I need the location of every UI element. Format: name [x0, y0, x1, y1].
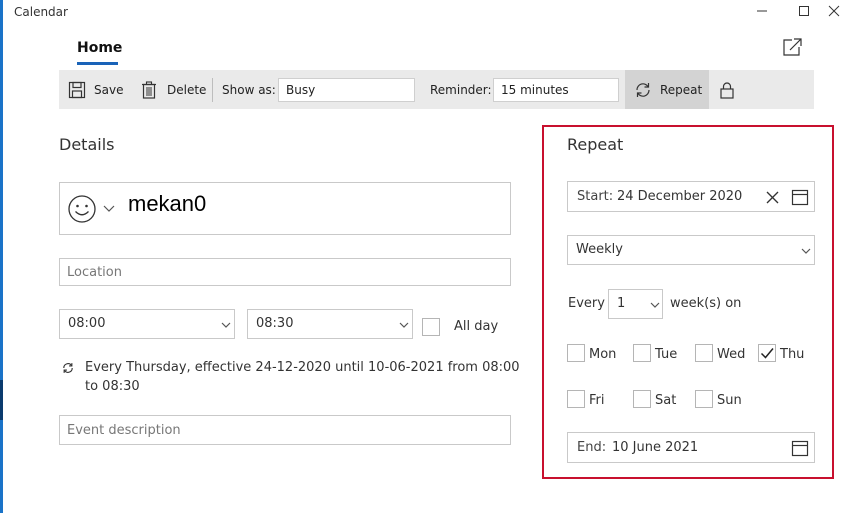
start-time-value: 08:00	[68, 316, 106, 331]
day-checkbox-mon[interactable]	[567, 344, 585, 362]
repeat-icon	[636, 82, 650, 97]
toolbar: Save Delete Show as: Busy Reminder: 15 m…	[59, 70, 814, 109]
repeat-frequency-dropdown[interactable]: Weekly	[567, 235, 815, 265]
day-checkbox-fri[interactable]	[567, 390, 585, 408]
delete-button[interactable]: Delete	[140, 70, 206, 109]
save-icon	[68, 81, 86, 98]
location-input[interactable]: Location	[59, 258, 511, 286]
repeat-frequency-value: Weekly	[576, 242, 623, 257]
close-icon	[828, 5, 840, 17]
repeat-heading: Repeat	[567, 135, 624, 154]
end-time-dropdown[interactable]: 08:30	[247, 309, 413, 339]
toolbar-divider	[212, 78, 213, 102]
app-title: Calendar	[14, 5, 68, 19]
repeat-end-value: 10 June 2021	[612, 440, 699, 455]
recurrence-summary-line2: to 08:30	[85, 379, 140, 394]
popout-button[interactable]	[781, 37, 803, 57]
chevron-down-icon	[650, 302, 660, 308]
description-placeholder: Event description	[67, 423, 181, 438]
show-as-dropdown[interactable]: Busy	[278, 78, 415, 102]
smiley-icon[interactable]	[67, 194, 97, 224]
tab-home[interactable]: Home	[77, 40, 122, 56]
maximize-icon	[799, 6, 809, 16]
event-title-field[interactable]: mekan0	[59, 182, 511, 235]
checkmark-icon	[760, 348, 774, 359]
repeat-interval-value: 1	[617, 296, 626, 311]
day-label-tue: Tue	[655, 347, 678, 362]
repeat-button[interactable]: Repeat	[625, 70, 709, 109]
day-label-wed: Wed	[717, 347, 746, 362]
day-label-sat: Sat	[655, 393, 677, 408]
reminder-label: Reminder:	[430, 82, 492, 97]
all-day-label: All day	[454, 319, 499, 334]
chevron-down-icon	[399, 322, 409, 328]
minimize-icon	[757, 10, 767, 12]
start-time-dropdown[interactable]: 08:00	[59, 309, 235, 339]
calendar-icon[interactable]	[791, 439, 809, 457]
window-left-edge	[0, 0, 3, 513]
clear-icon[interactable]	[765, 190, 780, 205]
day-label-thu: Thu	[780, 347, 805, 362]
chevron-down-icon	[221, 322, 231, 328]
day-checkbox-sun[interactable]	[695, 390, 713, 408]
location-placeholder: Location	[67, 265, 122, 280]
delete-label: Delete	[167, 82, 207, 97]
week-unit-label: week(s) on	[670, 296, 742, 311]
repeat-end-date-picker[interactable]: End: 10 June 2021	[567, 432, 815, 463]
repeat-icon	[63, 363, 73, 373]
repeat-start-value: 24 December 2020	[617, 189, 743, 204]
close-button[interactable]	[820, 2, 848, 20]
day-label-sun: Sun	[717, 393, 742, 408]
event-title-text: mekan0	[128, 191, 207, 216]
repeat-end-label: End:	[577, 440, 607, 455]
chevron-down-icon	[801, 248, 811, 254]
chevron-down-icon[interactable]	[103, 203, 115, 213]
repeat-start-label: Start:	[577, 189, 614, 204]
day-checkbox-wed[interactable]	[695, 344, 713, 362]
tab-home-indicator	[77, 62, 118, 65]
minimize-button[interactable]	[748, 2, 776, 20]
reminder-dropdown[interactable]: 15 minutes	[493, 78, 619, 102]
popout-icon	[783, 38, 802, 56]
show-as-label: Show as:	[222, 82, 276, 97]
details-heading: Details	[59, 135, 115, 154]
save-label: Save	[94, 82, 124, 97]
window-left-edge-dark	[0, 380, 3, 420]
day-label-fri: Fri	[589, 393, 605, 408]
repeat-interval-dropdown[interactable]: 1	[608, 289, 663, 319]
recurrence-summary-line1: Every Thursday, effective 24-12-2020 unt…	[85, 360, 520, 375]
repeat-label: Repeat	[660, 82, 703, 97]
trash-icon	[142, 80, 156, 99]
end-time-value: 08:30	[256, 316, 294, 331]
day-checkbox-tue[interactable]	[633, 344, 651, 362]
event-description-input[interactable]: Event description	[59, 415, 511, 445]
maximize-button[interactable]	[790, 2, 818, 20]
private-button[interactable]	[719, 70, 735, 109]
all-day-checkbox[interactable]	[422, 318, 440, 336]
save-button[interactable]: Save	[68, 70, 123, 109]
day-checkbox-sat[interactable]	[633, 390, 651, 408]
repeat-start-date-picker[interactable]: Start: 24 December 2020	[567, 181, 815, 212]
every-label: Every	[568, 296, 605, 311]
calendar-icon[interactable]	[791, 188, 809, 206]
title-bar: Calendar	[0, 0, 851, 24]
day-checkbox-thu[interactable]	[758, 344, 776, 362]
lock-icon	[720, 81, 734, 99]
day-label-mon: Mon	[589, 347, 617, 362]
